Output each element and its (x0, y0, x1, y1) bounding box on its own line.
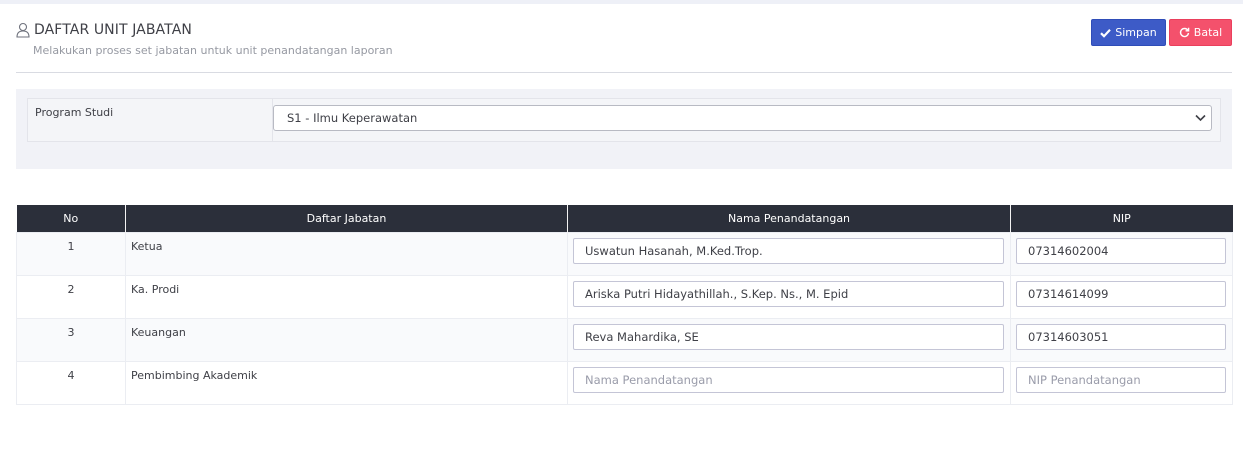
nip-cell (1010, 231, 1233, 276)
table-row: 3 Keuangan (16, 317, 1233, 362)
table-header-row: No Daftar Jabatan Nama Penandatangan NIP (16, 205, 1233, 232)
nama-cell (567, 317, 1011, 362)
nip-cell (1010, 274, 1233, 319)
row-no: 3 (16, 317, 126, 362)
row-no: 2 (16, 274, 126, 319)
nama-cell (567, 360, 1011, 405)
chevron-down-icon (1195, 114, 1206, 122)
save-button[interactable]: Simpan (1091, 19, 1166, 46)
nama-penandatangan-input[interactable] (573, 237, 1004, 264)
page-title: DAFTAR UNIT JABATAN (34, 22, 192, 38)
page-header: DAFTAR UNIT JABATAN Melakukan proses set… (16, 22, 1232, 73)
refresh-icon (1179, 27, 1190, 38)
cancel-button[interactable]: Batal (1169, 19, 1232, 46)
filter-panel: Program Studi S1 - Ilmu Keperawatan (16, 89, 1232, 169)
nip-input[interactable] (1016, 366, 1226, 393)
column-header-nip: NIP (1010, 205, 1233, 232)
row-jabatan: Keuangan (125, 317, 568, 362)
user-icon (16, 22, 30, 38)
column-header-jabatan: Daftar Jabatan (125, 205, 568, 232)
program-studi-value: S1 - Ilmu Keperawatan (287, 111, 418, 125)
column-header-nama: Nama Penandatangan (567, 205, 1011, 232)
nama-penandatangan-input[interactable] (573, 280, 1004, 307)
cancel-button-label: Batal (1193, 26, 1223, 39)
save-button-label: Simpan (1115, 26, 1157, 39)
page-subtitle: Melakukan proses set jabatan untuk unit … (33, 44, 393, 57)
program-studi-label: Program Studi (35, 106, 114, 119)
row-no: 1 (16, 231, 126, 276)
nama-cell (567, 231, 1011, 276)
top-bar (0, 0, 1243, 4)
nama-penandatangan-input[interactable] (573, 323, 1004, 350)
nip-cell (1010, 360, 1233, 405)
title-row: DAFTAR UNIT JABATAN (16, 22, 1232, 38)
nip-input[interactable] (1016, 280, 1226, 307)
nip-input[interactable] (1016, 323, 1226, 350)
check-icon (1100, 28, 1112, 38)
row-no: 4 (16, 360, 126, 405)
table-row: 4 Pembimbing Akademik (16, 360, 1233, 405)
nip-input[interactable] (1016, 237, 1226, 264)
table-row: 2 Ka. Prodi (16, 274, 1233, 319)
column-header-no: No (16, 205, 126, 232)
program-studi-select[interactable]: S1 - Ilmu Keperawatan (273, 105, 1212, 131)
table-row: 1 Ketua (16, 231, 1233, 276)
nama-cell (567, 274, 1011, 319)
row-jabatan: Ka. Prodi (125, 274, 568, 319)
jabatan-table: No Daftar Jabatan Nama Penandatangan NIP… (16, 205, 1233, 405)
nip-cell (1010, 317, 1233, 362)
row-jabatan: Ketua (125, 231, 568, 276)
row-jabatan: Pembimbing Akademik (125, 360, 568, 405)
nama-penandatangan-input[interactable] (573, 366, 1004, 393)
